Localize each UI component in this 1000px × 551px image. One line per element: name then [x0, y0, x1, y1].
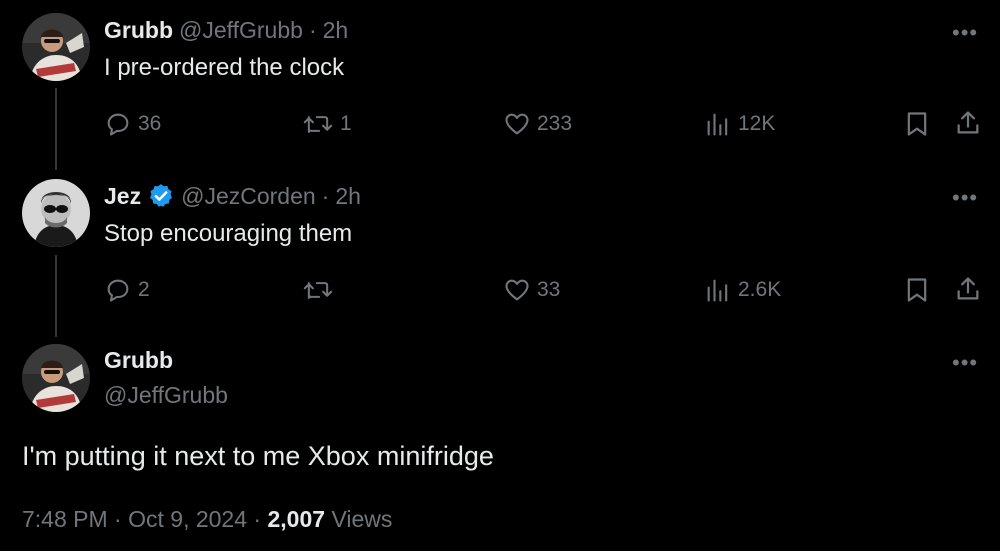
tweet2-more-icon[interactable]: ••• [952, 187, 978, 209]
heart-icon [505, 279, 529, 301]
tweet1-text: I pre-ordered the clock [104, 54, 345, 81]
tweet1-handle[interactable]: @JeffGrubb [179, 17, 303, 44]
repost-arrows-icon [303, 282, 333, 300]
tweet1-repost-count: 1 [340, 112, 352, 135]
main-tweet-views-label: Views [331, 506, 393, 532]
main-tweet-meta: 7:48 PM · Oct 9, 2024 · 2,007 Views [22, 506, 392, 533]
tweet1-reply-count: 36 [138, 112, 162, 135]
tweet1-separator: · [308, 17, 317, 43]
tweet1-bookmark-button[interactable] [903, 110, 931, 143]
tweet2-display-name[interactable]: Jez [104, 183, 141, 210]
tweet1-header: Grubb @JeffGrubb · 2h [104, 17, 348, 44]
main-tweet-views-count: 2,007 [267, 506, 326, 532]
reply-bubble-icon [107, 279, 129, 302]
tweet2-like-count: 33 [537, 278, 561, 301]
avatar-grubb-image [22, 13, 90, 81]
bookmark-icon [907, 278, 927, 302]
reply-bubble-icon [107, 113, 129, 136]
share-upload-icon [957, 277, 979, 300]
tweet2-reply-count: 2 [138, 278, 150, 301]
avatar-jez-image [22, 179, 90, 247]
avatar-grubb[interactable] [22, 13, 90, 81]
tweet2-bookmark-button[interactable] [903, 276, 931, 309]
meta-separator-2: · [253, 506, 262, 532]
meta-separator-1: · [114, 506, 122, 532]
tweet1-repost-button[interactable]: 1 [302, 110, 352, 138]
tweet2-repost-button[interactable] [302, 276, 340, 304]
tweet2-text: Stop encouraging them [104, 220, 353, 247]
tweet2-reply-button[interactable]: 2 [104, 276, 150, 304]
main-tweet-handle[interactable]: @JeffGrubb [104, 382, 228, 409]
tweet1-views-count: 12K [738, 112, 776, 135]
heart-icon [505, 113, 529, 135]
verified-badge-icon [150, 184, 173, 207]
thread-line-2 [55, 255, 57, 337]
tweet2-header: Jez @JezCorden · 2h [104, 182, 361, 210]
tweet2-views-count: 2.6K [738, 278, 782, 301]
thread-line-1 [55, 88, 57, 170]
tweet1-more-icon[interactable]: ••• [952, 22, 978, 44]
tweet1-display-name[interactable]: Grubb [104, 17, 173, 44]
tweet1-share-button[interactable] [954, 109, 982, 142]
tweet1-like-count: 233 [537, 112, 573, 135]
main-tweet-text: I'm putting it next to me Xbox minifridg… [22, 441, 494, 471]
tweet1-reply-button[interactable]: 36 [104, 110, 161, 138]
main-tweet-display-name[interactable]: Grubb [104, 347, 173, 374]
repost-arrows-icon [303, 116, 333, 134]
avatar-grubb-main-image [22, 344, 90, 412]
tweet2-views-button[interactable]: 2.6K [704, 276, 781, 304]
avatar-jez[interactable] [22, 179, 90, 247]
avatar-grubb-main[interactable] [22, 344, 90, 412]
main-tweet-time[interactable]: 7:48 PM [22, 506, 108, 532]
main-tweet-more-icon[interactable]: ••• [952, 352, 978, 374]
tweet1-timestamp[interactable]: 2h [323, 17, 349, 44]
tweet2-share-button[interactable] [954, 275, 982, 308]
tweet1-views-button[interactable]: 12K [704, 110, 775, 138]
share-upload-icon [957, 111, 979, 134]
main-tweet-date[interactable]: Oct 9, 2024 [128, 506, 247, 532]
tweet1-like-button[interactable]: 233 [503, 110, 572, 138]
bookmark-icon [907, 112, 927, 136]
tweet2-like-button[interactable]: 33 [503, 276, 560, 304]
bar-chart-icon [707, 279, 728, 302]
tweet2-separator: · [321, 182, 330, 209]
tweet2-timestamp[interactable]: 2h [335, 183, 361, 210]
bar-chart-icon [707, 113, 728, 136]
tweet2-handle[interactable]: @JezCorden [181, 183, 316, 210]
